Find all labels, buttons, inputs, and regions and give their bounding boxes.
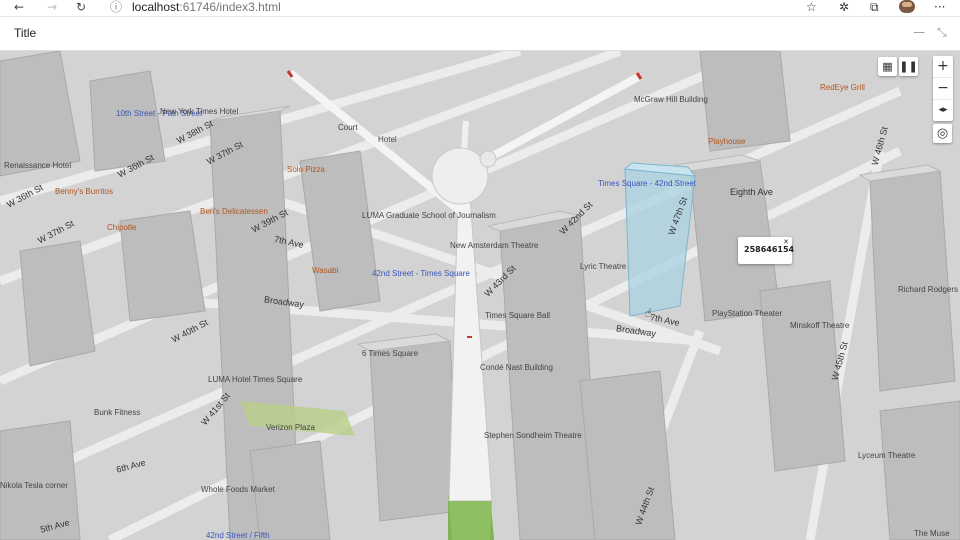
favorites-bar-icon[interactable]: ✲ bbox=[839, 0, 849, 14]
poi-label: LUMA Graduate School of Journalism bbox=[362, 211, 496, 220]
favorite-star-icon[interactable]: ☆ bbox=[806, 0, 817, 14]
back-arrow-icon[interactable]: ← bbox=[14, 0, 24, 14]
minimize-icon[interactable]: — bbox=[913, 25, 925, 39]
popup-feature-id: 258646154 bbox=[744, 245, 795, 254]
poi-label: Benny's Burritos bbox=[55, 187, 113, 196]
poi-label: Playhouse bbox=[708, 137, 746, 146]
poi-label: Renaissance Hotel bbox=[4, 161, 72, 170]
poi-label: Wasabi bbox=[312, 266, 339, 275]
poi-label: Nikola Tesla corner bbox=[0, 481, 68, 490]
url-host: localhost bbox=[132, 0, 180, 14]
poi-label: Hotel bbox=[378, 135, 397, 144]
poi-label: New Amsterdam Theatre bbox=[450, 241, 539, 250]
compass-icon: ◂▸ bbox=[938, 105, 948, 115]
poi-label: Lyric Theatre bbox=[580, 262, 627, 271]
pause-button[interactable]: ❚❚ bbox=[899, 57, 918, 76]
zoom-out-button[interactable]: − bbox=[933, 78, 953, 100]
transit-label: Times Square - 42nd Street bbox=[598, 179, 696, 188]
poi-label: RedEye Grill bbox=[820, 83, 865, 92]
zoom-in-button[interactable]: + bbox=[933, 56, 953, 78]
poi-label: Times Square Ball bbox=[485, 311, 551, 320]
plus-icon: + bbox=[937, 58, 949, 74]
poi-label: Condé Nast Building bbox=[480, 363, 553, 372]
poi-label: Ben's Delicatessen bbox=[200, 207, 268, 216]
transit-label: 42nd Street - Times Square bbox=[372, 269, 470, 278]
minus-icon: − bbox=[937, 80, 949, 96]
poi-label: Solo Pizza bbox=[287, 165, 325, 174]
profile-avatar[interactable] bbox=[899, 0, 915, 13]
reload-icon[interactable]: ↻ bbox=[76, 0, 86, 14]
zoom-controls: + − ◂▸ bbox=[933, 56, 953, 121]
collections-icon[interactable]: ⧉ bbox=[870, 0, 879, 14]
poi-label: LUMA Hotel Times Square bbox=[208, 375, 303, 384]
poi-label: Richard Rodgers Theatre bbox=[898, 285, 960, 294]
poi-label: McGraw Hill Building bbox=[634, 95, 708, 104]
info-icon[interactable]: ⓘ bbox=[110, 0, 122, 14]
poi-label: Verizon Plaza bbox=[266, 423, 315, 432]
poi-label: 6 Times Square bbox=[362, 349, 419, 358]
address-bar[interactable]: localhost:61746/index3.html bbox=[132, 0, 281, 14]
browser-toolbar: ← → ↻ ⓘ localhost:61746/index3.html ☆ ✲ … bbox=[0, 0, 960, 17]
more-options-icon[interactable]: ··· bbox=[934, 0, 945, 14]
poi-label: Bunk Fitness bbox=[94, 408, 141, 417]
poi-label: Minskoff Theatre bbox=[790, 321, 850, 330]
hand-cursor-icon: ☝ bbox=[645, 306, 653, 320]
app-title: Title bbox=[14, 26, 37, 40]
poi-label: Court bbox=[338, 123, 358, 132]
transit-label: 42nd Street / Fifth bbox=[206, 531, 270, 540]
poi-label: Lyceum Theatre bbox=[858, 451, 916, 460]
poi-label: Stephen Sondheim Theatre bbox=[484, 431, 582, 440]
poi-label: Chipotle bbox=[107, 223, 137, 232]
pause-icon: ❚❚ bbox=[899, 60, 918, 73]
street-label: Eighth Ave bbox=[730, 187, 773, 197]
poi-label: PlayStation Theater bbox=[712, 309, 783, 318]
feature-popup: ✕ 258646154 bbox=[738, 237, 795, 264]
poi-label: Whole Foods Market bbox=[201, 485, 275, 494]
locate-button[interactable]: ◎ bbox=[933, 124, 952, 143]
grid-icon: ▦ bbox=[882, 60, 893, 73]
poi-label: The Muse bbox=[914, 529, 950, 538]
map-viewport[interactable]: W 36th St W 37th St W 36th St W 38th St … bbox=[0, 51, 960, 540]
compass-button[interactable]: ◂▸ bbox=[933, 100, 953, 121]
forward-arrow-icon[interactable]: → bbox=[47, 0, 57, 14]
url-path: :61746/index3.html bbox=[179, 0, 281, 14]
grid-toggle-button[interactable]: ▦ bbox=[878, 57, 897, 76]
poi-label: New York Times Hotel bbox=[160, 107, 239, 116]
collapse-icon[interactable]: ⤡ bbox=[937, 25, 947, 40]
app-header: Title — ⤡ bbox=[0, 17, 960, 51]
crosshair-icon: ◎ bbox=[936, 126, 949, 141]
